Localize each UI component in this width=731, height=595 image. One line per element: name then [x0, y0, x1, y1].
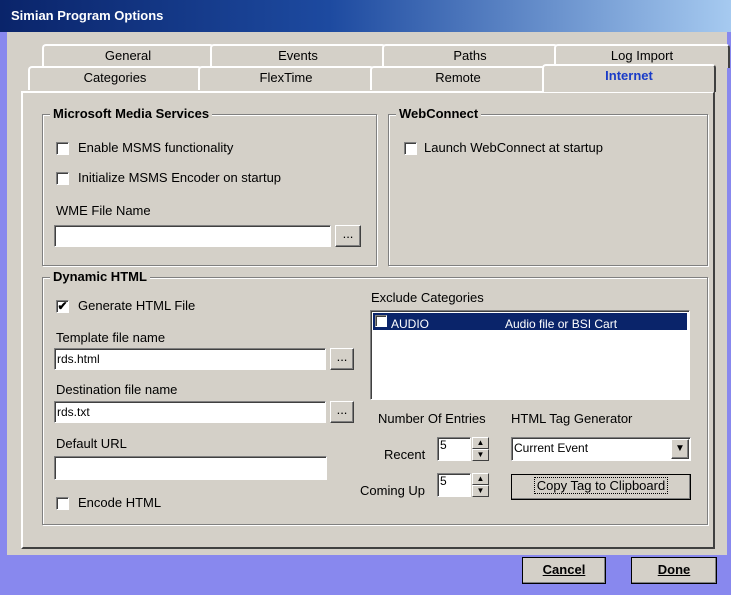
exclude-categories-label: Exclude Categories [371, 290, 484, 305]
enable-msms-checkbox[interactable] [56, 142, 69, 155]
tab-label: General [104, 48, 152, 63]
done-button[interactable]: Done [631, 557, 717, 584]
tab-label: Remote [435, 70, 481, 85]
recent-label: Recent [384, 447, 426, 462]
spin-up-icon[interactable]: ▲ [472, 473, 489, 485]
generate-html-checkbox[interactable]: ✔ [56, 300, 69, 313]
wme-browse-button[interactable]: ... [335, 225, 361, 247]
webconnect-group [388, 114, 708, 266]
tab-label: Log Import [610, 48, 674, 63]
tab-flextime[interactable]: FlexTime [198, 66, 374, 90]
bottom-strip [7, 555, 727, 595]
tab-label: Internet [605, 68, 653, 83]
tab-label: FlexTime [259, 70, 313, 85]
destination-file-label: Destination file name [56, 382, 178, 397]
template-file-label: Template file name [56, 330, 166, 345]
init-msms-label: Initialize MSMS Encoder on startup [78, 170, 282, 185]
spin-down-icon[interactable]: ▼ [472, 485, 489, 497]
html-tag-generator-label: HTML Tag Generator [511, 411, 633, 426]
launch-webconnect-label: Launch WebConnect at startup [424, 140, 603, 155]
destination-browse-button[interactable]: ... [330, 401, 354, 423]
wme-file-input[interactable] [54, 225, 331, 247]
tab-general[interactable]: General [42, 44, 214, 68]
encode-html-checkbox[interactable] [56, 497, 69, 510]
dynamic-html-group-title: Dynamic HTML [50, 269, 150, 284]
category-name: AUDIO [391, 317, 430, 331]
window-title: Simian Program Options [11, 8, 164, 23]
category-checkbox[interactable] [375, 315, 387, 327]
destination-file-input[interactable]: rds.txt [54, 401, 326, 423]
wme-file-label: WME File Name [56, 203, 151, 218]
coming-up-input[interactable]: 5 [437, 473, 471, 497]
enable-msms-label: Enable MSMS functionality [78, 140, 234, 155]
tab-categories[interactable]: Categories [28, 66, 202, 90]
done-label: Done [657, 562, 691, 577]
tag-generator-value: Current Event [514, 441, 589, 455]
tag-generator-select[interactable]: Current Event ▼ [511, 437, 691, 461]
tab-label: Paths [453, 48, 487, 63]
title-bar[interactable]: Simian Program Options [0, 0, 731, 32]
tab-remote[interactable]: Remote [370, 66, 546, 90]
msms-group-title: Microsoft Media Services [50, 106, 213, 121]
default-url-label: Default URL [56, 436, 127, 451]
default-url-input[interactable] [54, 456, 327, 480]
copy-tag-label: Copy Tag to Clipboard [533, 477, 669, 494]
coming-up-label: Coming Up [360, 483, 426, 498]
webconnect-group-title: WebConnect [396, 106, 482, 121]
number-of-entries-label: Number Of Entries [378, 411, 486, 426]
category-desc: Audio file or BSI Cart [505, 317, 618, 331]
tab-label: Events [278, 48, 318, 63]
tab-events[interactable]: Events [210, 44, 386, 68]
template-browse-button[interactable]: ... [330, 348, 354, 370]
cancel-label: Cancel [542, 562, 586, 577]
recent-input[interactable]: 5 [437, 437, 471, 461]
cancel-button[interactable]: Cancel [522, 557, 606, 584]
list-item[interactable]: AUDIO Audio file or BSI Cart [373, 313, 687, 331]
tab-internet[interactable]: Internet [542, 64, 716, 92]
check-mark-icon: ✔ [57, 299, 68, 313]
exclude-categories-list[interactable]: AUDIO Audio file or BSI Cart [370, 310, 690, 400]
tab-label: Categories [83, 70, 147, 85]
generate-html-label: Generate HTML File [78, 298, 196, 313]
launch-webconnect-checkbox[interactable] [404, 142, 417, 155]
tab-paths[interactable]: Paths [382, 44, 558, 68]
init-msms-checkbox[interactable] [56, 172, 69, 185]
chevron-down-icon[interactable]: ▼ [671, 439, 689, 459]
copy-tag-button[interactable]: Copy Tag to Clipboard [511, 474, 691, 500]
spin-up-icon[interactable]: ▲ [472, 437, 489, 449]
spin-down-icon[interactable]: ▼ [472, 449, 489, 461]
encode-html-label: Encode HTML [78, 495, 162, 510]
template-file-input[interactable]: rds.html [54, 348, 326, 370]
